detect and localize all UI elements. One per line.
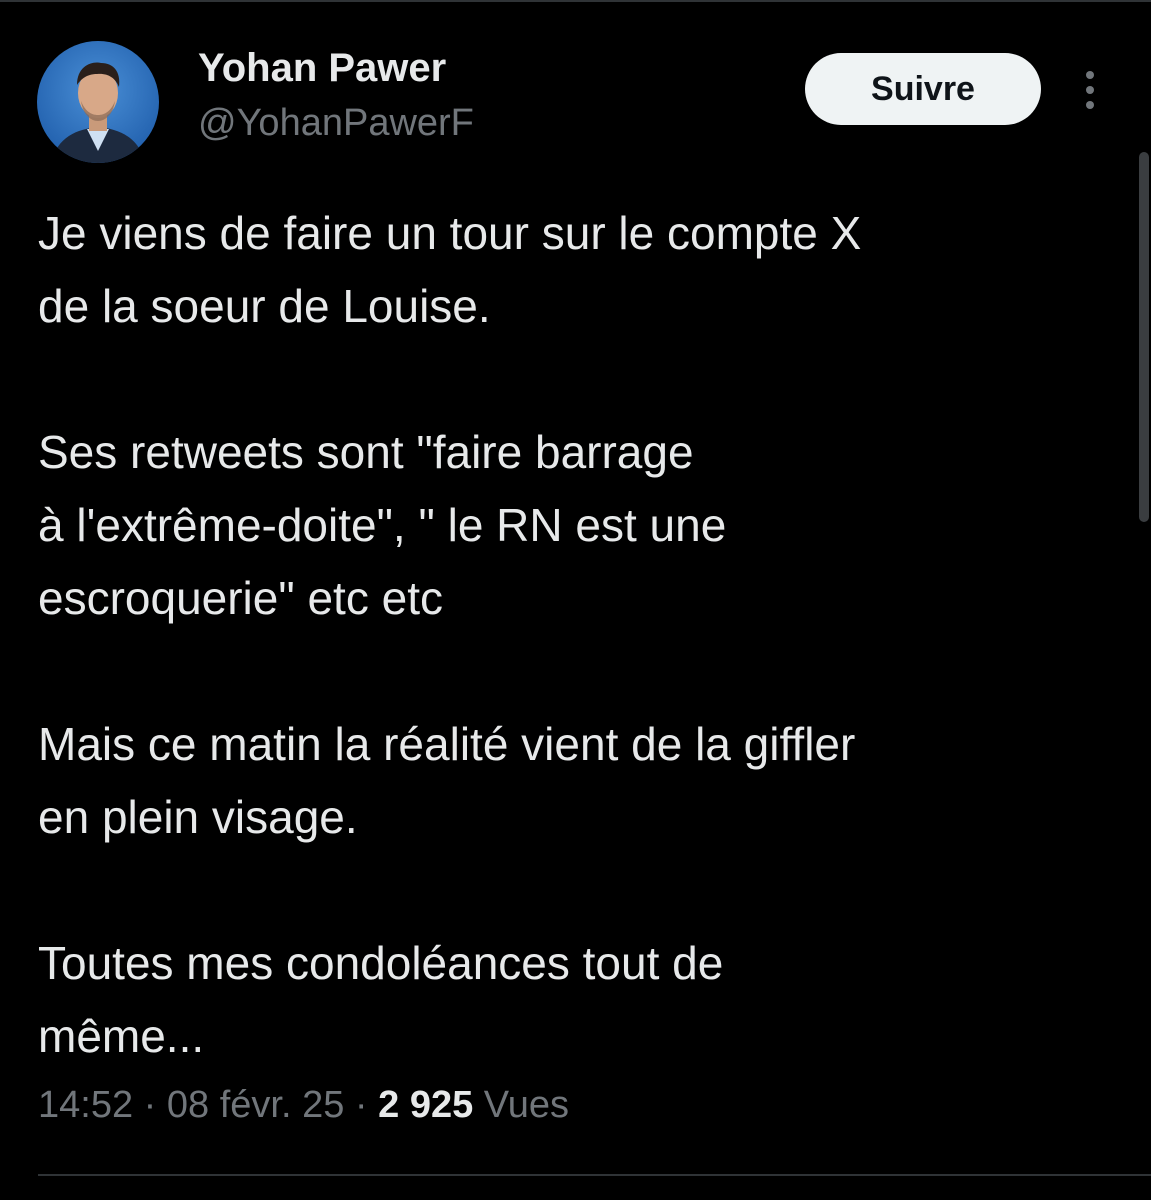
- more-dots-glyph: [1086, 71, 1094, 109]
- tweet-paragraph: Je viens de faire un tour sur le compte …: [38, 197, 1108, 343]
- tweet-date[interactable]: 08 févr. 25: [167, 1084, 344, 1126]
- tweet-line: à l'extrême-doite", " le RN est une: [38, 499, 727, 551]
- tweet-paragraph: Mais ce matin la réalité vient de la gif…: [38, 708, 1108, 854]
- top-divider: [0, 0, 1151, 2]
- tweet-meta: 14:52 · 08 févr. 25 · 2 925 Vues: [38, 1084, 569, 1127]
- views-label: Vues: [483, 1084, 569, 1126]
- avatar[interactable]: [37, 41, 159, 163]
- profile-photo-icon: [37, 41, 159, 163]
- tweet-time[interactable]: 14:52: [38, 1084, 133, 1126]
- views-count: 2 925: [378, 1084, 474, 1126]
- tweet-line: Toutes mes condoléances tout de: [38, 937, 724, 989]
- tweet-text: Je viens de faire un tour sur le compte …: [38, 197, 1108, 1073]
- tweet-line: même...: [38, 1010, 205, 1062]
- tweet-line: Mais ce matin la réalité vient de la gif…: [38, 718, 856, 770]
- tweet-line: Je viens de faire un tour sur le compte …: [38, 207, 862, 259]
- tweet-line: escroquerie" etc etc: [38, 572, 443, 624]
- tweet-line: de la soeur de Louise.: [38, 280, 491, 332]
- tweet-paragraph: Ses retweets sont "faire barrage à l'ext…: [38, 416, 1108, 635]
- author-display-name[interactable]: Yohan Pawer: [198, 46, 446, 91]
- author-handle[interactable]: @YohanPawerF: [198, 102, 474, 145]
- meta-separator: ·: [143, 1084, 157, 1126]
- follow-button[interactable]: Suivre: [805, 53, 1041, 125]
- more-vertical-icon[interactable]: [1072, 68, 1108, 112]
- tweet-line: en plein visage.: [38, 791, 358, 843]
- scrollbar[interactable]: [1139, 152, 1149, 522]
- bottom-divider: [38, 1174, 1151, 1176]
- meta-separator: ·: [354, 1084, 368, 1126]
- tweet-line: Ses retweets sont "faire barrage: [38, 426, 694, 478]
- tweet-paragraph: Toutes mes condoléances tout de même...: [38, 927, 1108, 1073]
